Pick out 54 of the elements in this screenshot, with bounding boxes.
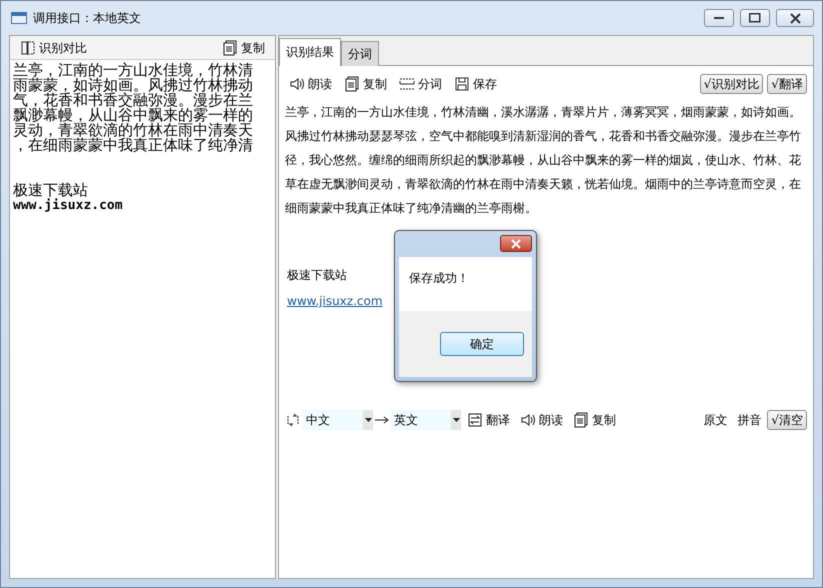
copy-icon [344,76,360,92]
speaker-icon [289,76,305,92]
site-link[interactable]: www.jisuxz.com [287,294,383,308]
dropdown-caret-icon [452,418,460,422]
tab[interactable]: 分词 [341,41,379,66]
toolbar-button[interactable]: √识别对比 [700,74,764,94]
site-name: 极速下载站 [287,267,347,284]
copy-icon [222,40,238,56]
toolbar-button[interactable]: 朗读 [516,410,567,430]
toolbar-button[interactable]: 识别对比 [16,38,91,58]
toolbar-button[interactable]: 拼音 [733,410,766,430]
maximize-button[interactable] [740,9,770,27]
ok-button[interactable]: 确定 [440,332,524,356]
tab[interactable]: 识别结果 [279,38,341,66]
toolbar-button[interactable]: 复制 [218,38,269,58]
toolbar-button[interactable]: 原文 [699,410,732,430]
site-name: 极速下载站 [13,183,88,198]
close-button[interactable] [776,9,814,27]
language-select[interactable]: 英文 [391,410,461,430]
source-text-line: 飘渺幕幔，从山谷中飘来的雾一样的 [13,108,254,123]
close-icon [790,12,800,24]
language-select[interactable]: 中文 [303,410,373,430]
close-button[interactable] [500,235,532,252]
toolbar-button[interactable]: √翻译 [767,74,807,94]
toolbar-button[interactable]: √清空 [767,410,807,430]
source-text-line: ，在细雨蒙蒙中我真正体味了纯净清 [13,138,254,153]
site-url: www.jisuxz.com [13,198,124,213]
window-icon [11,12,27,24]
source-text-line: 灵动，青翠欲滴的竹林在雨中清奏天 [13,123,254,138]
swap-icon [285,412,301,428]
dialog-message: 保存成功！ [408,270,470,287]
toolbar-button[interactable]: 翻译 [463,410,514,430]
toolbar-button[interactable]: 复制 [340,74,391,94]
maximize-icon [749,13,761,23]
toolbar-button[interactable]: 分词 [395,74,446,94]
copy-icon [573,412,589,428]
minimize-button[interactable] [704,9,734,27]
save-icon [454,76,470,92]
minimize-icon [714,17,724,19]
speaker-icon [520,412,536,428]
split-icon [399,76,415,92]
compare-icon [20,40,36,56]
arrow-icon [375,416,389,424]
source-text-line: 兰亭，江南的一方山水佳境，竹林清 [13,63,254,78]
window-title: 调用接口：本地英文 [33,10,142,27]
toolbar-button[interactable]: 朗读 [285,74,336,94]
translate-icon [467,412,483,428]
toolbar-button[interactable]: 复制 [569,410,620,430]
result-paragraph: 兰亭，江南的一方山水佳境，竹林清幽，溪水潺潺，青翠片片，薄雾冥冥，烟雨蒙蒙，如诗如画。风拂过竹林拂动瑟瑟琴弦，空气中都能嗅到清新湿润的香气，花香和书香交融弥漫。漫步在兰亭竹径，我心悠然。缠绵的细雨所织起的飘渺幕幔，从山谷中飘来的雾一样的烟岚，使山水、竹林、花草在虚无飘渺间灵动，青翠欲滴的竹林在雨中清奏天籁，恍若仙境。烟雨中的兰亭诗意而空灵，在细雨蒙蒙中我真正体味了纯净清幽的兰亭雨榭。 [284,104,802,217]
toolbar-button[interactable]: 保存 [450,74,501,94]
source-text-line: 雨蒙蒙，如诗如画。风拂过竹林拂动 [13,78,254,93]
dropdown-caret-icon [364,418,372,422]
source-text-line: 气，花香和书香交融弥漫。漫步在兰 [13,93,254,108]
close-icon [510,238,522,248]
